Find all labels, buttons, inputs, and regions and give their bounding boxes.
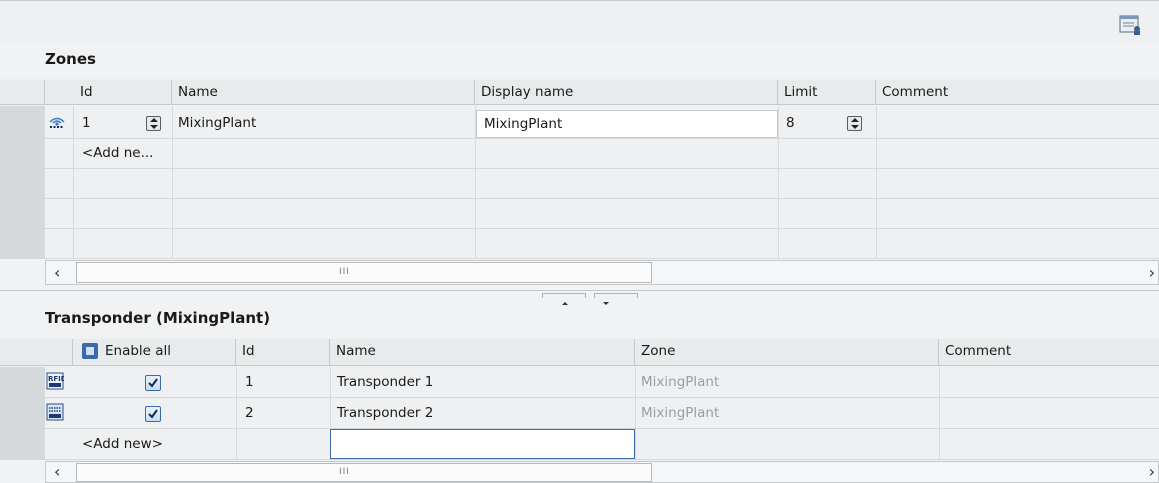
enable-all-checkbox[interactable] [82, 343, 98, 359]
transponder-2-name[interactable]: Transponder 2 [337, 398, 433, 428]
transponder-1-name[interactable]: Transponder 1 [337, 367, 433, 397]
zones-header-corner [0, 80, 45, 104]
zones-col-comment[interactable]: Comment [876, 80, 1159, 104]
transponder-col-comment[interactable]: Comment [939, 339, 1159, 365]
zones-row-headers [0, 106, 44, 258]
scroll-left-icon[interactable]: ‹ [54, 263, 60, 282]
transponder-2-id[interactable]: 2 [245, 398, 254, 428]
transponder-1-zone: MixingPlant [641, 374, 720, 390]
editor-toolbar [0, 0, 1159, 44]
grip-icon: III [339, 267, 350, 277]
splitter[interactable] [0, 290, 1159, 305]
transponder-col-enable-all[interactable]: Enable all [73, 339, 236, 365]
collapse-down-icon[interactable] [594, 293, 638, 305]
zone-display-name: MixingPlant [484, 116, 563, 132]
transponder-header-corner [0, 339, 73, 365]
new-transponder-name-input[interactable] [330, 429, 635, 459]
zones-col-display-name[interactable]: Display name [475, 80, 778, 104]
zones-horizontal-scrollbar[interactable]: ‹ III › [45, 260, 1159, 285]
zones-col-id[interactable]: Id [74, 80, 172, 104]
zones-header: Id Name Display name Limit Comment [0, 80, 1159, 105]
svg-text:RFID: RFID [48, 375, 64, 383]
zones-scroll-thumb[interactable]: III [76, 262, 652, 283]
transponder-col-zone[interactable]: Zone [635, 339, 939, 365]
transponder-1-enabled-checkbox[interactable] [145, 375, 161, 391]
enable-all-label: Enable all [105, 343, 172, 359]
transponder-col-name[interactable]: Name [330, 339, 635, 365]
transponder-scroll-thumb[interactable]: III [76, 463, 652, 482]
properties-icon[interactable] [1119, 14, 1143, 36]
rfid-icon [46, 403, 64, 425]
zones-col-name[interactable]: Name [172, 80, 475, 104]
zone-id[interactable]: 1 [82, 108, 91, 138]
zones-add-new[interactable]: <Add ne... [82, 138, 153, 168]
zone-limit-spinner[interactable] [847, 116, 862, 131]
transponder-2-zone: MixingPlant [641, 405, 720, 421]
transponder-header: Enable all Id Name Zone Comment [0, 339, 1159, 366]
transponder-horizontal-scrollbar[interactable]: ‹ III › [45, 461, 1159, 483]
transponder-add-new[interactable]: <Add new> [82, 429, 163, 459]
scroll-left-icon[interactable]: ‹ [54, 462, 60, 481]
zones-table: Id Name Display name Limit Comment 1 Mix… [0, 76, 1159, 259]
grip-icon: III [339, 467, 350, 477]
scroll-right-icon[interactable]: › [1149, 462, 1155, 481]
transponder-col-id[interactable]: Id [236, 339, 330, 365]
zone-name[interactable]: MixingPlant [178, 108, 256, 138]
zone-id-spinner[interactable] [146, 116, 161, 131]
transponder-1-id[interactable]: 1 [245, 367, 254, 397]
zones-title: Zones [45, 50, 96, 68]
zone-display-name-field[interactable]: MixingPlant [476, 110, 778, 138]
transponder-table: Enable all Id Name Zone Comment RFID 1 T… [0, 337, 1159, 461]
zone-limit[interactable]: 8 [786, 108, 795, 138]
transponder-2-enabled-checkbox[interactable] [145, 406, 161, 422]
rfid-icon: RFID [46, 372, 67, 394]
zones-col-limit[interactable]: Limit [778, 80, 876, 104]
collapse-up-icon[interactable] [542, 293, 586, 305]
transponder-title: Transponder (MixingPlant) [45, 309, 271, 327]
transponder-row-headers [0, 367, 44, 460]
zone-icon [47, 114, 67, 136]
scroll-right-icon[interactable]: › [1149, 263, 1155, 282]
